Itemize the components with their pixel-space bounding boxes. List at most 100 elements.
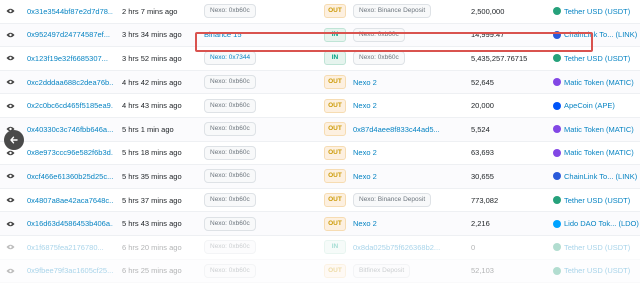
txn-hash-link[interactable]: 0x123f19e32f6685307... <box>27 54 108 63</box>
eye-icon[interactable] <box>6 150 15 156</box>
txn-hash-link[interactable]: 0x16d63d4586453b406a... <box>27 219 113 228</box>
table-row[interactable]: 0x952497d24774587ef... 3 hrs 34 mins ago B… <box>0 23 640 48</box>
to-address[interactable]: Nexo: Binance Deposit <box>353 4 432 19</box>
direction-badge: OUT <box>324 75 346 90</box>
eye-icon[interactable] <box>6 173 15 179</box>
from-address[interactable]: Nexo: 0xb60c <box>204 169 256 184</box>
txn-hash-link[interactable]: 0x1f6875fea2176780... <box>27 243 104 252</box>
txn-hash-link[interactable]: 0x9fbee79f3ac1605cf25... <box>27 266 113 275</box>
token-link[interactable]: Tether USD (USDT) <box>564 243 630 252</box>
to-address[interactable]: Nexo: 0xb60c <box>353 27 405 42</box>
eye-icon[interactable] <box>6 197 15 203</box>
token-link[interactable]: Tether USD (USDT) <box>564 7 630 16</box>
txn-hash-link[interactable]: 0x8e973ccc96e582f6b3d... <box>27 148 113 157</box>
quantity: 20,000 <box>471 101 494 111</box>
table-row[interactable]: 0x4807a8ae42aca7648c... 5 hrs 37 mins ago… <box>0 189 640 213</box>
table-row[interactable]: 0x40330c3c746fbb646a... 5 hrs 1 min ago Ne… <box>0 117 640 142</box>
eye-icon[interactable] <box>6 55 15 61</box>
token-link[interactable]: Lido DAO Tok... (LDO) <box>564 219 639 228</box>
token-link[interactable]: Matic Token (MATIC) <box>564 125 634 134</box>
from-address[interactable]: Nexo: 0xb60c <box>204 4 256 19</box>
token-link[interactable]: ChainLink To... (LINK) <box>564 172 637 181</box>
token-icon <box>553 172 561 181</box>
quantity: 52,103 <box>471 266 494 276</box>
quantity: 0 <box>471 242 476 252</box>
from-address[interactable]: Nexo: 0xb60c <box>204 240 256 255</box>
direction-badge: OUT <box>324 145 346 160</box>
txn-age: 3 hrs 52 mins ago <box>122 53 182 63</box>
eye-icon[interactable] <box>6 103 15 109</box>
eye-icon[interactable] <box>6 32 15 38</box>
to-address[interactable]: Nexo: Binance Deposit <box>353 193 432 208</box>
eye-icon[interactable] <box>6 268 15 274</box>
txn-hash-link[interactable]: 0x31e3544bf87e2d7d78... <box>27 7 113 16</box>
to-address[interactable]: 0x8da025b75f626368b2... <box>353 243 440 252</box>
token-link[interactable]: Tether USD (USDT) <box>564 266 630 275</box>
to-address[interactable]: Nexo: 0xb60c <box>353 51 405 66</box>
txn-hash-link[interactable]: 0x4807a8ae42aca7648c... <box>27 196 113 205</box>
token-link[interactable]: Matic Token (MATIC) <box>564 148 634 157</box>
txn-age: 4 hrs 43 mins ago <box>122 101 182 111</box>
table-row[interactable]: 0xc2dddaa688c2dea76b... 4 hrs 42 mins ago… <box>0 70 640 95</box>
table-row[interactable]: 0x8e973ccc96e582f6b3d... 5 hrs 18 mins ag… <box>0 142 640 166</box>
token-icon <box>553 266 561 275</box>
table-row[interactable]: 0x2c0bc6cd465f5185ea9... 4 hrs 43 mins ag… <box>0 94 640 118</box>
direction-badge: OUT <box>324 216 346 231</box>
txn-hash-link[interactable]: 0x40330c3c746fbb646a... <box>27 125 113 134</box>
direction-badge: OUT <box>324 193 346 208</box>
token-icon <box>553 243 561 252</box>
quantity: 30,655 <box>471 171 494 181</box>
to-address[interactable]: 0x87d4aee8f833c44ad5... <box>353 125 440 134</box>
to-address[interactable]: Nexo 2 <box>353 78 377 87</box>
to-address[interactable]: Nexo 2 <box>353 148 377 157</box>
eye-icon[interactable] <box>6 244 15 250</box>
direction-badge: IN <box>324 240 346 255</box>
table-row[interactable]: 0x16d63d4586453b406a... 5 hrs 43 mins ago… <box>0 212 640 236</box>
txn-hash-link[interactable]: 0x2c0bc6cd465f5185ea9... <box>27 101 113 110</box>
eye-icon[interactable] <box>6 221 15 227</box>
to-address[interactable]: Nexo 2 <box>353 219 377 228</box>
txn-age: 5 hrs 35 mins ago <box>122 171 182 181</box>
arrow-left-icon <box>10 136 18 144</box>
token-icon <box>553 30 561 39</box>
from-address[interactable]: Binance 15 <box>204 30 242 39</box>
from-address[interactable]: Nexo: 0xb60c <box>204 75 256 90</box>
txn-hash-link[interactable]: 0xcf466e61360b25d25c... <box>27 172 113 181</box>
table-row[interactable]: 0x1f6875fea2176780... 6 hrs 20 mins ago Ne… <box>0 236 640 260</box>
back-button[interactable] <box>4 130 24 150</box>
from-address[interactable]: Nexo: 0xb60c <box>204 216 256 231</box>
txn-age: 3 hrs 34 mins ago <box>122 30 182 40</box>
table-row[interactable]: 0x123f19e32f6685307... 3 hrs 52 mins ago N… <box>0 47 640 71</box>
direction-badge: OUT <box>324 122 346 137</box>
table-row[interactable]: 0x9fbee79f3ac1605cf25... 6 hrs 25 mins ag… <box>0 259 640 283</box>
to-address[interactable]: Bitfinex Deposit <box>353 263 411 278</box>
table-row[interactable]: 0xcf466e61360b25d25c... 5 hrs 35 mins ago… <box>0 165 640 189</box>
token-link[interactable]: Tether USD (USDT) <box>564 54 630 63</box>
from-address[interactable]: Nexo: 0x7344 <box>204 51 257 66</box>
from-address[interactable]: Nexo: 0xb60c <box>204 263 256 278</box>
token-icon <box>553 148 561 157</box>
token-link[interactable]: ApeCoin (APE) <box>564 101 615 110</box>
eye-icon[interactable] <box>6 79 15 85</box>
from-address[interactable]: Nexo: 0xb60c <box>204 122 256 137</box>
txn-hash-link[interactable]: 0xc2dddaa688c2dea76b... <box>27 78 113 87</box>
table-row[interactable]: 0x31e3544bf87e2d7d78... 2 hrs 7 mins ago N… <box>0 0 640 24</box>
token-link[interactable]: Tether USD (USDT) <box>564 196 630 205</box>
quantity: 63,693 <box>471 148 494 158</box>
token-link[interactable]: Matic Token (MATIC) <box>564 78 634 87</box>
to-address[interactable]: Nexo 2 <box>353 172 377 181</box>
txn-age: 5 hrs 37 mins ago <box>122 195 182 205</box>
to-address[interactable]: Nexo 2 <box>353 101 377 110</box>
txn-age: 4 hrs 42 mins ago <box>122 77 182 87</box>
txn-hash-link[interactable]: 0x952497d24774587ef... <box>27 30 110 39</box>
token-icon <box>553 196 561 205</box>
quantity: 52,645 <box>471 77 494 87</box>
direction-badge: OUT <box>324 263 346 278</box>
from-address[interactable]: Nexo: 0xb60c <box>204 193 256 208</box>
token-link[interactable]: ChainLink To... (LINK) <box>564 30 637 39</box>
from-address[interactable]: Nexo: 0xb60c <box>204 145 256 160</box>
txn-age: 6 hrs 25 mins ago <box>122 266 182 276</box>
eye-icon[interactable] <box>6 8 15 14</box>
transactions-table: 0x31e3544bf87e2d7d78... 2 hrs 7 mins ago N… <box>0 0 640 283</box>
from-address[interactable]: Nexo: 0xb60c <box>204 98 256 113</box>
